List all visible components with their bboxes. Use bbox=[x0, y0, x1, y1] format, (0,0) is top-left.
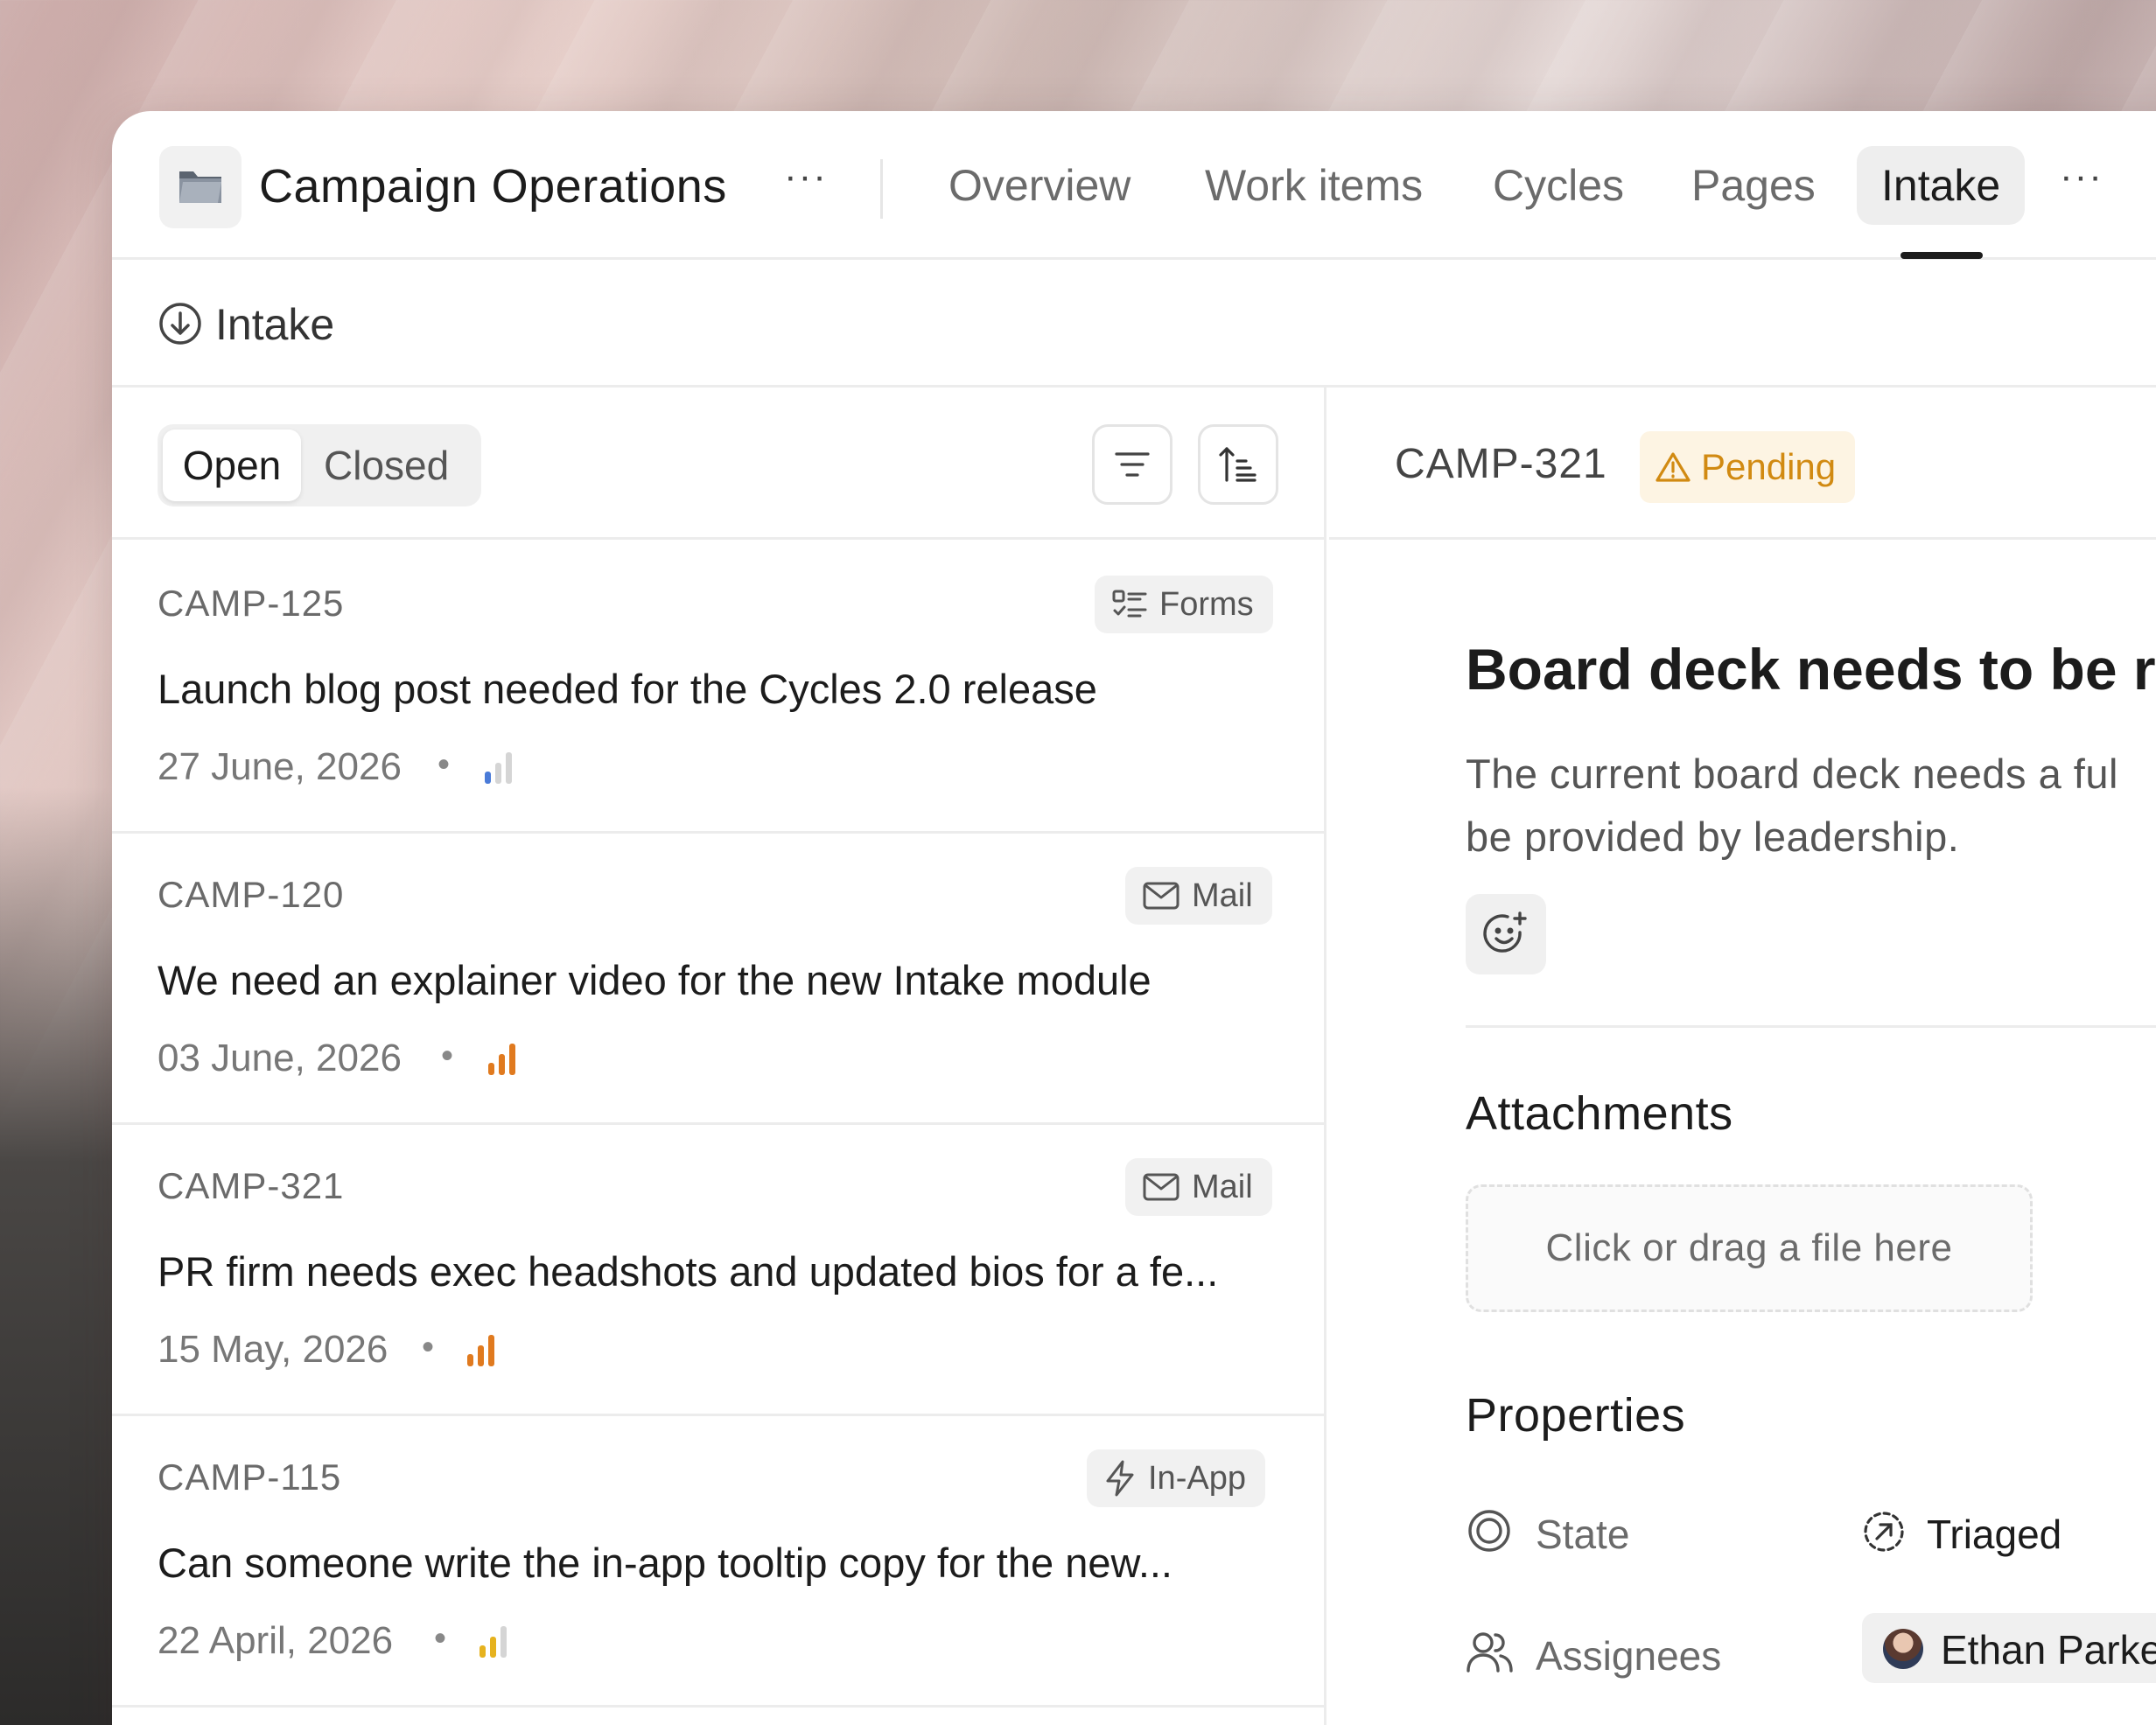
project-more-icon[interactable]: ··· bbox=[784, 155, 828, 199]
status-label: Pending bbox=[1701, 446, 1837, 487]
status-toggle: Open Closed bbox=[158, 424, 481, 506]
item-date: 03 June, 2026 bbox=[158, 1037, 402, 1079]
list-item[interactable]: CAMP-125 Forms Launch blog post needed f… bbox=[112, 542, 1324, 834]
priority-low-icon bbox=[483, 745, 514, 792]
item-title: We need an explainer video for the new I… bbox=[158, 957, 1152, 1003]
item-date: 27 June, 2026 bbox=[158, 745, 402, 788]
assignees-icon bbox=[1466, 1629, 1515, 1679]
mail-icon bbox=[1143, 1173, 1180, 1201]
open-toggle-button[interactable]: Open bbox=[163, 430, 301, 501]
source-label: Forms bbox=[1159, 585, 1254, 623]
intake-list-panel: Open Closed CAMP-125 Forms Launch blog p… bbox=[112, 388, 1326, 1725]
detail-description[interactable]: The current board deck needs a ful be pr… bbox=[1466, 743, 2156, 869]
top-bar: Campaign Operations ··· Overview Work it… bbox=[112, 111, 2156, 260]
avatar bbox=[1883, 1629, 1923, 1669]
assignee-chip[interactable]: Ethan Parke bbox=[1862, 1613, 2156, 1683]
mail-icon bbox=[1143, 882, 1180, 910]
tab-intake[interactable]: Intake bbox=[1857, 146, 2026, 225]
divider bbox=[880, 159, 883, 219]
item-id: CAMP-115 bbox=[158, 1456, 342, 1498]
state-value[interactable]: Triaged bbox=[1927, 1511, 2062, 1558]
tabs-more-icon[interactable]: ··· bbox=[2060, 155, 2104, 199]
divider bbox=[1466, 1025, 2156, 1028]
detail-header: CAMP-321 Pending bbox=[1329, 388, 2156, 540]
list-toolbar: Open Closed bbox=[112, 388, 1324, 540]
triaged-icon bbox=[1861, 1509, 1907, 1559]
project-title[interactable]: Campaign Operations bbox=[259, 159, 727, 213]
item-date: 15 May, 2026 bbox=[158, 1328, 388, 1371]
item-date: 22 April, 2026 bbox=[158, 1619, 394, 1662]
breadcrumb-label[interactable]: Intake bbox=[215, 299, 334, 350]
add-reaction-button[interactable] bbox=[1466, 894, 1546, 974]
priority-medium-icon bbox=[478, 1619, 509, 1666]
source-label: In-App bbox=[1148, 1459, 1246, 1497]
folder-icon[interactable] bbox=[159, 146, 242, 228]
sort-icon bbox=[1219, 447, 1256, 482]
priority-high-icon bbox=[466, 1328, 497, 1374]
description-line: be provided by leadership. bbox=[1466, 814, 1960, 860]
item-title: PR firm needs exec headshots and updated… bbox=[158, 1248, 1219, 1295]
separator-dot: • bbox=[438, 745, 451, 784]
item-id: CAMP-125 bbox=[158, 583, 345, 624]
item-id: CAMP-321 bbox=[158, 1165, 345, 1206]
item-title: Can someone write the in-app tooltip cop… bbox=[158, 1540, 1172, 1586]
source-label: Mail bbox=[1192, 876, 1253, 914]
list-item[interactable]: CAMP-321 Mail PR firm needs exec headsho… bbox=[112, 1125, 1324, 1416]
sort-button[interactable] bbox=[1198, 424, 1278, 505]
app-window: Campaign Operations ··· Overview Work it… bbox=[112, 111, 2156, 1725]
filter-button[interactable] bbox=[1092, 424, 1172, 505]
assignee-name: Ethan Parke bbox=[1941, 1627, 2156, 1673]
item-id: CAMP-120 bbox=[158, 874, 345, 915]
source-label: Mail bbox=[1192, 1168, 1253, 1205]
status-badge[interactable]: Pending bbox=[1640, 431, 1856, 503]
properties-heading: Properties bbox=[1466, 1389, 1686, 1442]
description-line: The current board deck needs a ful bbox=[1466, 751, 2118, 797]
lightning-icon bbox=[1106, 1460, 1134, 1497]
source-badge: Forms bbox=[1095, 576, 1273, 633]
list-item[interactable]: CAMP-120 Mail We need an explainer video… bbox=[112, 834, 1324, 1125]
tab-work-items[interactable]: Work items bbox=[1205, 160, 1423, 211]
separator-dot: • bbox=[434, 1619, 447, 1658]
tab-cycles[interactable]: Cycles bbox=[1493, 160, 1624, 211]
filter-icon bbox=[1115, 452, 1150, 477]
warning-icon bbox=[1656, 452, 1690, 482]
breadcrumb: Intake bbox=[112, 260, 2156, 388]
active-tab-indicator bbox=[1900, 252, 1983, 259]
file-dropzone[interactable]: Click or drag a file here bbox=[1466, 1184, 2033, 1312]
list-item[interactable]: CAMP-115 In-App Can someone write the in… bbox=[112, 1416, 1324, 1708]
intake-icon bbox=[158, 301, 203, 351]
source-badge: Mail bbox=[1125, 867, 1272, 925]
attachments-heading: Attachments bbox=[1466, 1087, 1733, 1140]
source-badge: Mail bbox=[1125, 1158, 1272, 1216]
forms-icon bbox=[1112, 590, 1147, 618]
detail-title[interactable]: Board deck needs to be r bbox=[1466, 636, 2156, 702]
detail-id: CAMP-321 bbox=[1395, 441, 1607, 487]
closed-toggle-button[interactable]: Closed bbox=[324, 442, 449, 489]
state-icon bbox=[1466, 1507, 1513, 1559]
tab-pages[interactable]: Pages bbox=[1691, 160, 1816, 211]
source-badge: In-App bbox=[1087, 1449, 1265, 1507]
priority-high-icon bbox=[486, 1037, 518, 1083]
assignees-label: Assignees bbox=[1536, 1633, 1722, 1679]
separator-dot: • bbox=[422, 1328, 435, 1366]
tab-overview[interactable]: Overview bbox=[948, 160, 1130, 211]
emoji-add-icon bbox=[1483, 911, 1527, 953]
separator-dot: • bbox=[441, 1037, 454, 1075]
item-title: Launch blog post needed for the Cycles 2… bbox=[158, 666, 1097, 712]
state-label: State bbox=[1536, 1512, 1630, 1557]
